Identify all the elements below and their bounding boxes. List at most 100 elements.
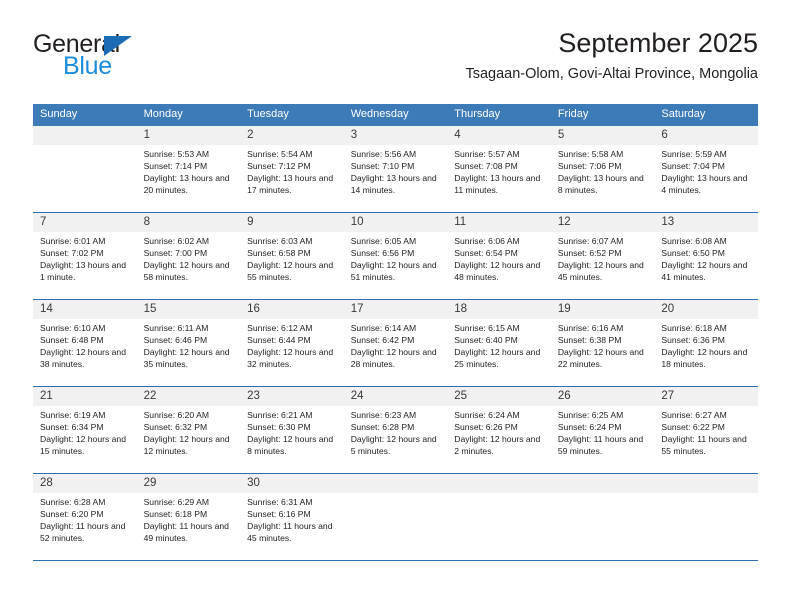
day-number-cell[interactable]: 16 [240, 299, 344, 319]
day-info-cell[interactable]: Sunrise: 6:06 AM Sunset: 6:54 PM Daylight:… [447, 232, 551, 298]
sunrise-text: Sunrise: 5:53 AM [143, 149, 210, 159]
day-number-cell[interactable]: 12 [550, 212, 655, 232]
day-number-cell [550, 473, 655, 493]
day-info-cell[interactable]: Sunrise: 6:20 AM Sunset: 6:32 PM Daylight:… [136, 406, 241, 472]
sunset-text: Sunset: 7:00 PM [143, 248, 208, 259]
sunrise-text: Sunrise: 6:31 AM [247, 497, 313, 507]
day-info-cell[interactable]: Sunrise: 6:23 AM Sunset: 6:28 PM Daylight:… [343, 406, 448, 472]
generalblue-logo: General Blue [33, 32, 223, 88]
day-info-cell[interactable]: Sunrise: 6:19 AM Sunset: 6:34 PM Daylight:… [33, 406, 137, 472]
calendar-week-info-row: Sunrise: 6:19 AM Sunset: 6:34 PM Daylight:… [33, 406, 758, 472]
day-info-cell[interactable]: Sunrise: 6:31 AM Sunset: 6:16 PM Daylight:… [240, 493, 344, 559]
day-number-cell[interactable]: 27 [654, 386, 758, 406]
day-info-cell[interactable]: Sunrise: 6:27 AM Sunset: 6:22 PM Daylight:… [654, 406, 758, 472]
day-number-cell[interactable]: 4 [447, 126, 551, 145]
day-number-cell[interactable]: 23 [240, 386, 344, 406]
day-info-cell[interactable]: Sunrise: 6:08 AM Sunset: 6:50 PM Daylight:… [654, 232, 758, 298]
sunset-text: Sunset: 6:52 PM [557, 248, 622, 259]
weekday-header-thursday: Thursday [447, 104, 551, 126]
daylight-text: Daylight: 12 hours and 41 minutes. [661, 260, 748, 283]
sunset-text: Sunset: 7:12 PM [247, 161, 311, 172]
sunrise-text: Sunrise: 6:29 AM [143, 497, 210, 507]
day-info-cell[interactable]: Sunrise: 6:25 AM Sunset: 6:24 PM Daylight:… [550, 406, 655, 472]
sunset-text: Sunset: 6:42 PM [350, 335, 415, 346]
day-number-cell[interactable]: 25 [447, 386, 551, 406]
day-number-cell[interactable]: 7 [33, 212, 137, 232]
day-number-cell[interactable]: 26 [550, 386, 655, 406]
day-info-cell[interactable]: Sunrise: 5:58 AM Sunset: 7:06 PM Daylight:… [550, 145, 655, 211]
day-number-cell[interactable]: 6 [654, 126, 758, 145]
day-info-cell[interactable]: Sunrise: 6:14 AM Sunset: 6:42 PM Daylight:… [343, 319, 448, 385]
day-number-cell[interactable]: 10 [343, 212, 448, 232]
calendar-week-numbers-row: 7 8 9 10 11 12 13 [33, 212, 758, 232]
day-info-cell[interactable]: Sunrise: 6:01 AM Sunset: 7:02 PM Daylight:… [33, 232, 137, 298]
day-number-cell[interactable]: 1 [136, 126, 241, 145]
title-block: September 2025 Tsagaan-Olom, Govi-Altai … [465, 28, 758, 83]
sunrise-text: Sunrise: 6:06 AM [454, 236, 520, 246]
day-info-cell[interactable]: Sunrise: 6:11 AM Sunset: 6:46 PM Daylight:… [136, 319, 241, 385]
day-number-cell[interactable]: 5 [550, 126, 655, 145]
day-number-cell[interactable]: 24 [343, 386, 448, 406]
sunrise-text: Sunrise: 6:19 AM [40, 410, 106, 420]
calendar-week-info-row: Sunrise: 6:01 AM Sunset: 7:02 PM Daylight:… [33, 232, 758, 298]
day-info-cell[interactable]: Sunrise: 6:12 AM Sunset: 6:44 PM Daylight:… [240, 319, 344, 385]
day-number-cell[interactable]: 9 [240, 212, 344, 232]
calendar-week-numbers-row: 14 15 16 17 18 19 20 [33, 299, 758, 319]
weekday-header-wednesday: Wednesday [343, 104, 448, 126]
day-number-cell[interactable]: 22 [136, 386, 241, 406]
day-info-cell[interactable]: Sunrise: 6:02 AM Sunset: 7:00 PM Daylight:… [136, 232, 241, 298]
day-info-cell[interactable]: Sunrise: 6:28 AM Sunset: 6:20 PM Daylight:… [33, 493, 137, 559]
day-number-cell[interactable]: 2 [240, 126, 344, 145]
sunrise-text: Sunrise: 6:01 AM [40, 236, 106, 246]
day-info-cell[interactable]: Sunrise: 5:53 AM Sunset: 7:14 PM Daylight:… [136, 145, 241, 211]
day-info-cell[interactable]: Sunrise: 6:21 AM Sunset: 6:30 PM Daylight:… [240, 406, 344, 472]
day-info-cell[interactable]: Sunrise: 6:07 AM Sunset: 6:52 PM Daylight:… [550, 232, 655, 298]
day-info-cell[interactable]: Sunrise: 5:59 AM Sunset: 7:04 PM Daylight:… [654, 145, 758, 211]
sunrise-text: Sunrise: 6:15 AM [454, 323, 520, 333]
day-number-cell[interactable]: 19 [550, 299, 655, 319]
daylight-text: Daylight: 12 hours and 18 minutes. [661, 347, 748, 370]
sunset-text: Sunset: 7:02 PM [40, 248, 104, 259]
day-number-cell[interactable]: 8 [136, 212, 241, 232]
logo-text-blue: Blue [63, 52, 112, 80]
day-info-cell[interactable]: Sunrise: 6:05 AM Sunset: 6:56 PM Daylight:… [343, 232, 448, 298]
day-number-cell[interactable]: 15 [136, 299, 241, 319]
daylight-text: Daylight: 12 hours and 51 minutes. [350, 260, 437, 283]
daylight-text: Daylight: 13 hours and 1 minute. [40, 260, 126, 283]
day-info-cell[interactable]: Sunrise: 6:10 AM Sunset: 6:48 PM Daylight:… [33, 319, 137, 385]
day-number-cell[interactable]: 30 [240, 473, 344, 493]
day-number-cell[interactable]: 14 [33, 299, 137, 319]
daylight-text: Daylight: 13 hours and 8 minutes. [557, 173, 644, 196]
daylight-text: Daylight: 12 hours and 22 minutes. [557, 347, 644, 370]
day-info-cell[interactable]: Sunrise: 6:18 AM Sunset: 6:36 PM Daylight:… [654, 319, 758, 385]
day-info-cell[interactable]: Sunrise: 5:56 AM Sunset: 7:10 PM Daylight:… [343, 145, 448, 211]
day-number-cell[interactable]: 3 [343, 126, 448, 145]
day-number-cell[interactable]: 29 [136, 473, 241, 493]
sunset-text: Sunset: 6:30 PM [247, 422, 311, 433]
sunset-text: Sunset: 6:56 PM [350, 248, 415, 259]
day-info-cell[interactable]: Sunrise: 5:54 AM Sunset: 7:12 PM Daylight:… [240, 145, 344, 211]
calendar-header-row: Sunday Monday Tuesday Wednesday Thursday… [33, 104, 758, 126]
sunrise-text: Sunrise: 6:21 AM [247, 410, 313, 420]
daylight-text: Daylight: 11 hours and 55 minutes. [661, 434, 747, 457]
day-number-cell[interactable]: 18 [447, 299, 551, 319]
day-number-cell[interactable]: 13 [654, 212, 758, 232]
sunset-text: Sunset: 7:08 PM [454, 161, 518, 172]
daylight-text: Daylight: 12 hours and 15 minutes. [40, 434, 126, 457]
calendar-week-numbers-row: 123456 [33, 126, 758, 145]
day-info-cell[interactable]: Sunrise: 6:15 AM Sunset: 6:40 PM Daylight:… [447, 319, 551, 385]
day-info-cell[interactable]: Sunrise: 6:29 AM Sunset: 6:18 PM Daylight:… [136, 493, 241, 559]
day-info-cell[interactable]: Sunrise: 6:24 AM Sunset: 6:26 PM Daylight:… [447, 406, 551, 472]
day-number-cell[interactable]: 20 [654, 299, 758, 319]
sunrise-text: Sunrise: 6:25 AM [557, 410, 624, 420]
day-info-cell[interactable]: Sunrise: 5:57 AM Sunset: 7:08 PM Daylight:… [447, 145, 551, 211]
daylight-text: Daylight: 13 hours and 4 minutes. [661, 173, 748, 196]
day-number-cell[interactable]: 28 [33, 473, 137, 493]
page-header: General Blue September 2025 Tsagaan-Olom… [33, 28, 758, 98]
day-number-cell[interactable]: 21 [33, 386, 137, 406]
page-subtitle: Tsagaan-Olom, Govi-Altai Province, Mongo… [465, 66, 758, 83]
day-number-cell[interactable]: 11 [447, 212, 551, 232]
day-info-cell[interactable]: Sunrise: 6:03 AM Sunset: 6:58 PM Daylight:… [240, 232, 344, 298]
day-number-cell[interactable]: 17 [343, 299, 448, 319]
day-info-cell[interactable]: Sunrise: 6:16 AM Sunset: 6:38 PM Daylight:… [550, 319, 655, 385]
